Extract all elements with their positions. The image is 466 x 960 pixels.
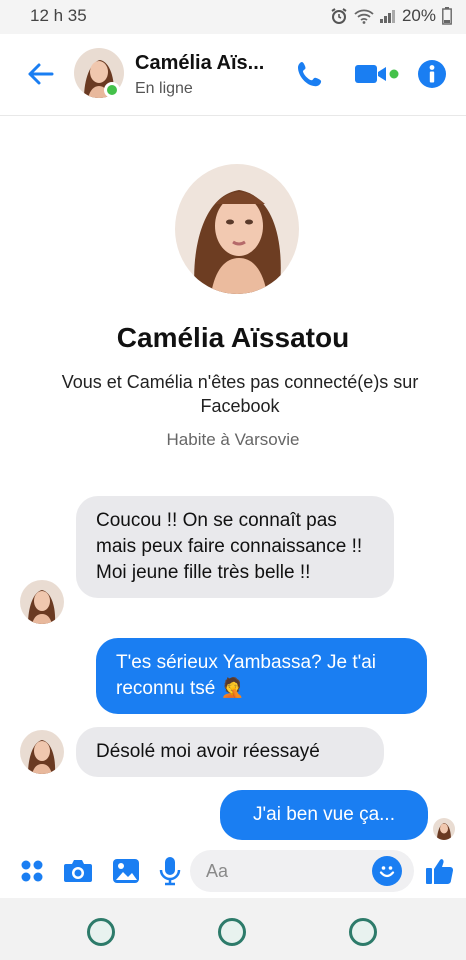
call-button[interactable] bbox=[292, 56, 328, 92]
contact-status: En ligne bbox=[135, 80, 193, 97]
status-time: 12 h 35 bbox=[30, 6, 87, 25]
battery-level: 20% bbox=[401, 6, 436, 25]
seen-indicator-avatar bbox=[433, 818, 455, 840]
back-arrow-icon bbox=[28, 63, 54, 85]
status-bar: 12 h 35 20% bbox=[0, 0, 466, 34]
microphone-icon bbox=[159, 857, 181, 886]
emoji-icon bbox=[379, 866, 395, 878]
message-composer bbox=[0, 846, 466, 896]
info-button[interactable] bbox=[414, 56, 450, 92]
message-bubble-outgoing[interactable]: T'es sérieux Yambassa? Je t'ai reconnu t… bbox=[96, 638, 427, 714]
profile-location: Habite à Varsovie bbox=[166, 430, 300, 449]
online-indicator bbox=[104, 82, 120, 98]
thumbs-up-icon bbox=[426, 859, 454, 884]
conversation-header: Camélia Aïs... En ligne bbox=[0, 34, 466, 116]
sender-avatar[interactable] bbox=[20, 730, 64, 774]
apps-grid-icon bbox=[21, 860, 43, 882]
nav-recents-button[interactable] bbox=[87, 918, 115, 946]
voice-message-button[interactable] bbox=[154, 855, 186, 887]
gallery-button[interactable] bbox=[110, 855, 142, 887]
info-icon bbox=[418, 60, 446, 88]
camera-button[interactable] bbox=[62, 855, 94, 887]
image-icon bbox=[113, 859, 139, 883]
signal-icon bbox=[379, 9, 396, 23]
video-call-button[interactable] bbox=[352, 56, 406, 92]
sender-avatar[interactable] bbox=[20, 580, 64, 624]
profile-photo[interactable] bbox=[175, 164, 299, 294]
emoji-button[interactable] bbox=[372, 856, 402, 886]
wifi-icon bbox=[354, 8, 374, 24]
connection-note: Vous et Camélia n'êtes pas connecté(e)s … bbox=[61, 372, 419, 416]
contact-name[interactable]: Camélia Aïs... bbox=[135, 52, 264, 75]
nav-back-button[interactable] bbox=[349, 918, 377, 946]
phone-icon bbox=[298, 62, 322, 87]
apps-button[interactable] bbox=[16, 855, 48, 887]
status-indicators: 20% bbox=[330, 6, 452, 26]
battery-icon bbox=[442, 7, 452, 25]
back-button[interactable] bbox=[22, 56, 58, 92]
nav-home-button[interactable] bbox=[218, 918, 246, 946]
message-bubble-incoming[interactable]: Désolé moi avoir réessayé bbox=[76, 727, 384, 777]
like-button[interactable] bbox=[424, 855, 456, 887]
camera-icon bbox=[64, 860, 92, 882]
message-bubble-incoming[interactable]: Coucou !! On se connaît pas mais peux fa… bbox=[76, 496, 394, 598]
system-navigation-bar bbox=[0, 898, 466, 960]
alarm-icon bbox=[330, 7, 348, 25]
message-bubble-outgoing[interactable]: J'ai ben vue ça... bbox=[220, 790, 428, 840]
video-camera-icon bbox=[355, 65, 399, 83]
profile-name: Camélia Aïssatou bbox=[116, 322, 350, 353]
